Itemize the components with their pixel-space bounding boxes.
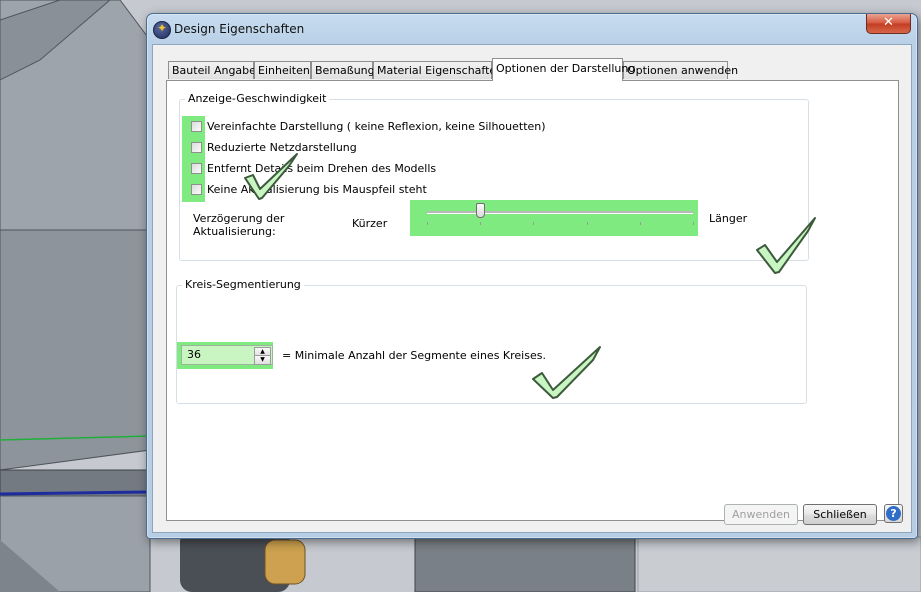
tab-einheiten[interactable]: Einheiten <box>254 61 311 79</box>
tab-material-eigenschaften[interactable]: Material Eigenschaften <box>373 61 503 79</box>
tab-label: Optionen anwenden <box>627 64 739 77</box>
close-button[interactable]: Schließen <box>803 504 877 525</box>
design-properties-dialog: ✦ Design Eigenschaften ✕ Bauteil Angaben… <box>146 13 918 539</box>
tab-optionen-der-darstellung[interactable]: Optionen der Darstellung <box>492 58 635 81</box>
tab-label: Bemaßung <box>315 64 375 77</box>
tab-label: Einheiten <box>258 64 310 77</box>
check-overlay <box>244 153 816 399</box>
apply-button[interactable]: Anwenden <box>724 504 798 525</box>
close-icon: ✕ <box>883 15 894 30</box>
check-mark-icon <box>244 153 298 200</box>
window-title: Design Eigenschaften <box>174 22 305 36</box>
help-button[interactable]: ? <box>884 504 903 523</box>
tab-label: Bauteil Angaben <box>172 64 263 77</box>
title-bar[interactable]: ✦ Design Eigenschaften ✕ <box>147 14 917 42</box>
star-app-icon: ✦ <box>153 21 171 39</box>
help-icon: ? <box>886 506 901 521</box>
tab-label: Material Eigenschaften <box>377 64 504 77</box>
check-mark-icon <box>532 346 601 399</box>
dialog-client-area: Bauteil Angaben Einheiten Bemaßung Mater… <box>152 44 912 533</box>
display-options-tab-page: Anzeige-Geschwindigkeit Vereinfachte Dar… <box>166 80 899 521</box>
tab-optionen-anwenden[interactable]: Optionen anwenden <box>623 61 738 79</box>
tab-label: Optionen der Darstellung <box>496 62 636 75</box>
tab-bemassung[interactable]: Bemaßung <box>311 61 375 79</box>
check-mark-icon <box>756 217 816 274</box>
tab-bauteil-angaben[interactable]: Bauteil Angaben <box>168 61 263 79</box>
close-window-button[interactable]: ✕ <box>866 14 911 34</box>
